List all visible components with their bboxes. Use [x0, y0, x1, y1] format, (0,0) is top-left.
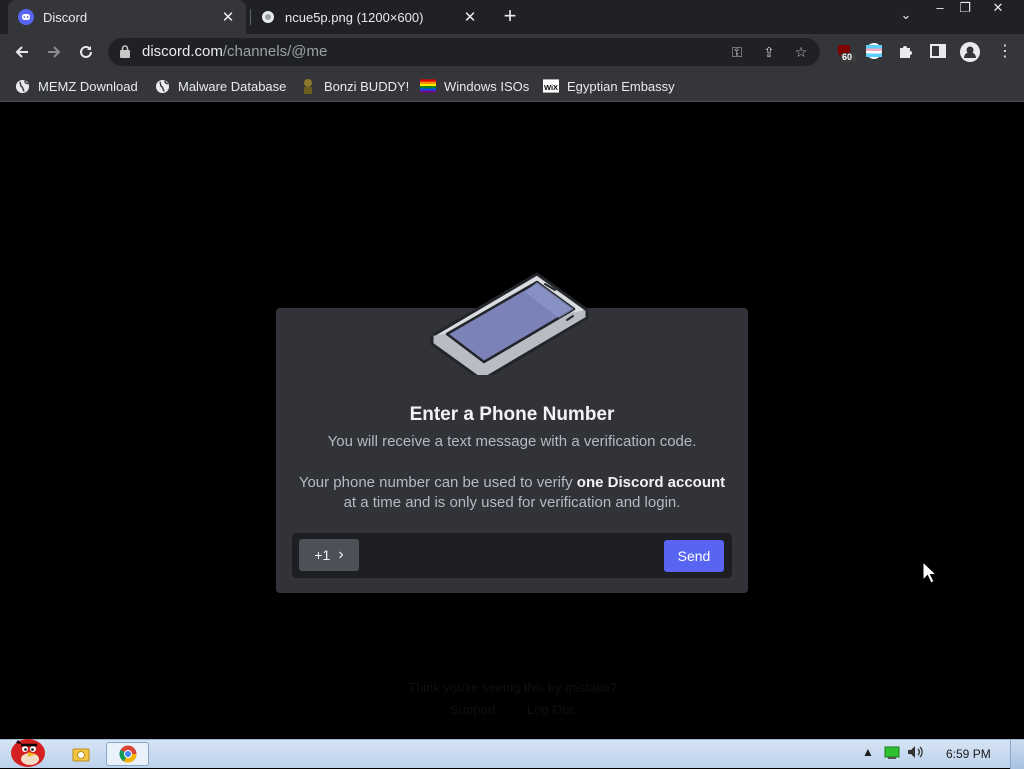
network-icon[interactable]: [884, 745, 900, 763]
url-text: discord.com/channels/@me: [142, 43, 327, 60]
svg-text:WiX: WiX: [544, 83, 558, 92]
bookmark-egyptian-embassy[interactable]: WiX Egyptian Embassy: [543, 77, 675, 95]
side-panel-icon[interactable]: [929, 42, 949, 62]
menu-kebab-icon[interactable]: ⋮: [995, 42, 1015, 62]
bookmark-label: Malware Database: [178, 78, 287, 94]
volume-speaker-icon[interactable]: [907, 745, 925, 763]
country-code-button[interactable]: +1 ›: [299, 539, 359, 571]
modal-description: Your phone number can be used to verify …: [292, 473, 732, 513]
taskbar-clock[interactable]: 6:59 PM: [946, 747, 991, 761]
key-icon[interactable]: ⚿: [728, 43, 746, 61]
window-close-button[interactable]: ✕: [979, 0, 1017, 20]
reload-icon[interactable]: [72, 38, 100, 66]
taskbar-chrome-button[interactable]: [106, 742, 149, 766]
phone-number-input[interactable]: [366, 539, 656, 571]
wix-icon: WiX: [543, 78, 559, 94]
tab-close-icon[interactable]: ✕: [462, 8, 478, 26]
tab-discord[interactable]: Discord ✕: [8, 0, 246, 34]
background-mistake-text: Think you're seeing this by mistake?: [408, 680, 618, 695]
country-code-value: +1: [314, 547, 331, 563]
minimize-button[interactable]: –: [929, 0, 951, 20]
bookmark-star-icon[interactable]: ☆: [792, 43, 810, 61]
bookmark-malware-database[interactable]: Malware Database: [154, 77, 286, 95]
image-file-icon: [260, 9, 276, 25]
tray-expand-arrow-icon[interactable]: ▲: [862, 745, 874, 763]
desc-text-before: Your phone number can be used to verify: [298, 474, 577, 491]
profile-flag-extension-icon[interactable]: [865, 42, 885, 62]
profile-avatar-icon[interactable]: [960, 42, 980, 62]
phone-input-row: +1 › Send: [292, 533, 732, 578]
tab-title: ncue5p.png (1200×600): [285, 9, 424, 25]
bonzi-icon: [300, 78, 316, 94]
bookmark-windows-isos[interactable]: Windows ISOs: [420, 77, 529, 95]
file-explorer-icon[interactable]: [68, 742, 94, 766]
tab-strip: Discord ✕ ncue5p.png (1200×600) ✕ + ⌄ – …: [0, 0, 1024, 34]
modal-subtitle: You will receive a text message with a v…: [327, 433, 697, 450]
globe-icon: [14, 78, 30, 94]
bookmarks-bar: MEMZ Download Malware Database Bonzi BUD…: [0, 70, 1024, 102]
show-desktop-button[interactable]: [1010, 740, 1024, 769]
bookmark-memz[interactable]: MEMZ Download: [14, 77, 138, 95]
chevron-right-icon: ›: [338, 546, 344, 563]
forward-arrow-icon[interactable]: [40, 38, 68, 66]
mouse-cursor-icon: [922, 561, 938, 584]
send-button[interactable]: Send: [664, 540, 724, 572]
tab-title: Discord: [43, 9, 88, 25]
address-bar[interactable]: discord.com/channels/@me ⚿ ⇪ ☆: [108, 38, 820, 66]
bookmark-bonzi-buddy[interactable]: Bonzi BUDDY!: [300, 77, 409, 95]
restore-button[interactable]: ❐: [954, 0, 976, 20]
desc-bold-text: one Discord account: [576, 474, 726, 491]
url-path: /channels/@me: [222, 43, 328, 60]
background-logout-link[interactable]: Log Out: [527, 702, 573, 717]
back-arrow-icon[interactable]: [8, 38, 36, 66]
tab-close-icon[interactable]: ✕: [220, 8, 236, 26]
new-tab-button[interactable]: +: [498, 5, 522, 29]
windows-taskbar: ▲ 6:59 PM: [0, 739, 1024, 769]
rainbow-flag-icon: [420, 78, 436, 94]
url-host: discord.com: [142, 43, 223, 60]
extension-badge: 60: [842, 52, 853, 62]
smartphone-illustration-icon: [430, 272, 589, 375]
lock-icon: [120, 45, 130, 58]
tab-search-chevron-icon[interactable]: ⌄: [896, 7, 916, 27]
modal-title: Enter a Phone Number: [409, 404, 615, 425]
browser-toolbar: discord.com/channels/@me ⚿ ⇪ ☆ 60 ⋮: [0, 34, 1024, 70]
bookmark-label: Windows ISOs: [444, 78, 530, 94]
bookmark-label: MEMZ Download: [38, 78, 138, 94]
start-button-angry-bird-icon[interactable]: [4, 734, 50, 768]
bookmark-label: Bonzi BUDDY!: [324, 78, 410, 94]
bookmark-label: Egyptian Embassy: [567, 78, 675, 94]
background-support-link[interactable]: Support: [450, 702, 496, 717]
extensions-puzzle-icon[interactable]: [897, 42, 917, 62]
desc-text-after: at a time and is only used for verificat…: [343, 494, 681, 511]
tab-image[interactable]: ncue5p.png (1200×600) ✕: [250, 0, 488, 34]
discord-icon: [18, 9, 34, 25]
ublock-extension-icon[interactable]: 60: [836, 42, 856, 62]
chrome-icon: [119, 745, 136, 763]
share-icon[interactable]: ⇪: [760, 43, 778, 61]
globe-icon: [154, 78, 170, 94]
